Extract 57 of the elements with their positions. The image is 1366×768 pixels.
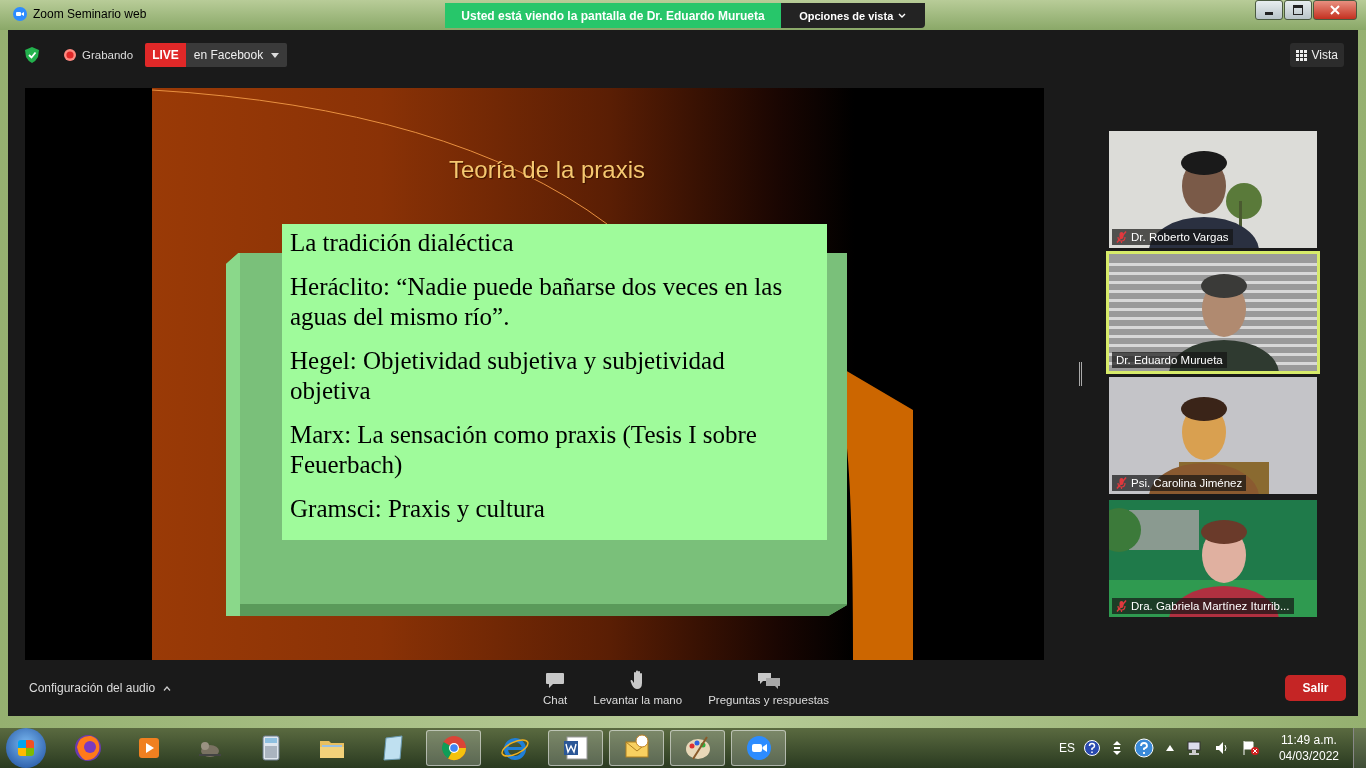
share-notice: Usted está viendo la pantalla de Dr. Eduardo Murueta bbox=[445, 3, 781, 28]
video-tile[interactable]: Psi. Carolina Jiménez bbox=[1106, 374, 1320, 497]
taskbar-button[interactable] bbox=[670, 730, 725, 766]
arrows-icon[interactable] bbox=[1111, 740, 1122, 756]
close-icon bbox=[1330, 5, 1340, 15]
taskbar-button[interactable] bbox=[548, 730, 603, 766]
help-icon[interactable] bbox=[1083, 740, 1100, 756]
live-badge: LIVE bbox=[145, 43, 186, 67]
participant-name: Dra. Gabriela Martínez Iturrib... bbox=[1131, 600, 1290, 612]
taskbar-button[interactable] bbox=[731, 730, 786, 766]
slide-point: La tradición dialéctica bbox=[290, 228, 515, 258]
chat-button[interactable]: Chat bbox=[543, 672, 568, 706]
language-indicator[interactable]: ES bbox=[1058, 741, 1075, 755]
clock-time[interactable]: 11:49 a.m. bbox=[1281, 732, 1337, 748]
clock-date[interactable]: 04/03/2022 bbox=[1278, 748, 1339, 764]
slide-point: Marx: La sensación como praxis (Tesis I sobre Feuerbach) bbox=[290, 420, 758, 480]
speech-bubbles-icon bbox=[756, 672, 781, 690]
flag-icon[interactable] bbox=[1241, 740, 1260, 756]
slide-title: Teoría de la praxis bbox=[447, 156, 647, 184]
start-button[interactable] bbox=[6, 728, 46, 768]
caret-icon bbox=[271, 52, 280, 58]
window-title: Zoom Seminario web bbox=[33, 7, 147, 21]
speaker-icon[interactable] bbox=[1213, 740, 1230, 756]
globe-icon bbox=[72, 733, 103, 763]
slide-point: Gramsci: Praxis y cultura bbox=[290, 494, 546, 524]
view-button[interactable]: Vista bbox=[1289, 43, 1344, 67]
participant-name: Psi. Carolina Jiménez bbox=[1131, 477, 1243, 489]
maximize-button[interactable] bbox=[1284, 0, 1312, 20]
participant-name: Dr. Eduardo Murueta bbox=[1116, 354, 1223, 366]
slide-point: Hegel: Objetividad subjetiva y subjetividad objetiva bbox=[290, 346, 726, 406]
minimize-button[interactable] bbox=[1255, 0, 1283, 20]
network-icon[interactable] bbox=[1185, 740, 1202, 756]
taskbar-button[interactable] bbox=[609, 730, 664, 766]
caret-icon bbox=[163, 685, 172, 691]
raise-hand-button[interactable]: Levantar la mano bbox=[593, 670, 683, 706]
grid-icon bbox=[1295, 49, 1307, 61]
slide-point: Heráclito: “Nadie puede bañarse dos veces en las aguas del mismo río”. bbox=[290, 272, 784, 332]
participant-name: Dr. Roberto Vargas bbox=[1131, 231, 1229, 243]
video-tile[interactable]: Dr. Eduardo Murueta bbox=[1106, 251, 1320, 374]
help-icon[interactable] bbox=[1133, 738, 1154, 758]
recording-label: Grabando bbox=[82, 49, 134, 61]
live-target-dropdown[interactable]: en Facebook bbox=[185, 43, 288, 67]
view-options-button[interactable]: Opciones de vista bbox=[780, 3, 925, 28]
video-tile[interactable]: Dr. Roberto Vargas bbox=[1106, 128, 1320, 251]
speech-bubble-icon bbox=[545, 672, 566, 690]
leave-button[interactable]: Salir bbox=[1285, 675, 1346, 701]
audio-settings-button[interactable]: Configuración del audio bbox=[23, 680, 543, 696]
show-desktop-button[interactable] bbox=[1353, 728, 1366, 768]
qa-button[interactable]: Preguntas y respuestas bbox=[708, 672, 829, 706]
camera-icon bbox=[13, 7, 27, 21]
caret-icon[interactable] bbox=[1165, 745, 1174, 751]
caret-icon bbox=[898, 12, 907, 19]
shield-icon[interactable] bbox=[24, 46, 40, 64]
record-icon bbox=[64, 49, 76, 61]
close-button[interactable] bbox=[1313, 0, 1357, 20]
splitter-handle[interactable] bbox=[1078, 362, 1082, 386]
video-tile[interactable]: Dra. Gabriela Martínez Iturrib... bbox=[1106, 497, 1320, 620]
